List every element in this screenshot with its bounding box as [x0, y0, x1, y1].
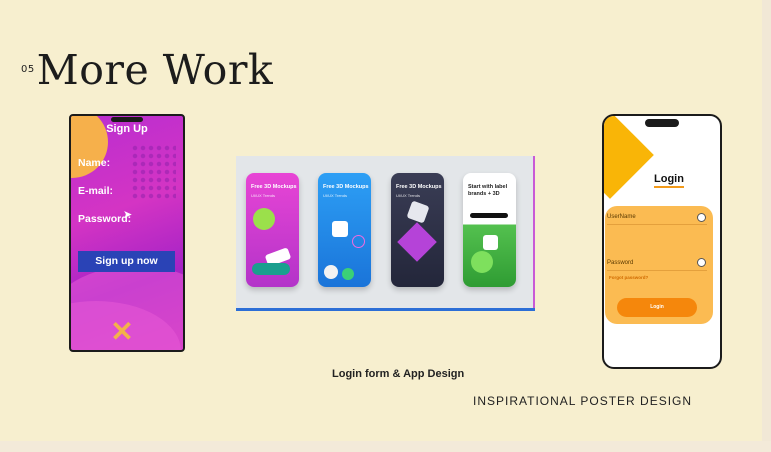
mockup-subtitle: UI/UX Trends [251, 193, 276, 198]
section-number: 05 [21, 64, 35, 75]
user-icon [697, 213, 706, 222]
cube-shape [332, 221, 348, 237]
login-title: Login [654, 173, 684, 188]
name-label: Name: [78, 157, 111, 169]
phone-notch [645, 119, 679, 127]
login-phone-mockup: Login UserName Password Forgot password?… [602, 114, 722, 369]
email-label: E-mail: [78, 185, 114, 197]
banner-edge [533, 156, 535, 308]
mockup-subtitle: UI/UX Trends [396, 193, 421, 198]
dot-pattern [131, 144, 176, 199]
cube-shape [483, 235, 498, 250]
mockup-title: Start with label brands + 3D [468, 184, 508, 197]
mockup-card-green: Start with label brands + 3D [463, 173, 516, 287]
portfolio-page: 05 More Work Sign Up Name: E-mail: Passw… [0, 0, 771, 452]
page-bottom-strip [0, 441, 771, 452]
sphere-shape [471, 251, 493, 273]
poster-caption: INSPIRATIONAL POSTER DESIGN [473, 394, 693, 408]
section-title: More Work [36, 46, 274, 94]
close-icon[interactable]: ✕ [109, 318, 135, 346]
signup-title: Sign Up [106, 123, 148, 135]
login-button[interactable]: Login [617, 298, 697, 317]
section-heading: 05 More Work [21, 46, 273, 94]
ring-shape [352, 235, 365, 248]
username-underline[interactable] [607, 224, 707, 225]
sphere-shape [253, 208, 275, 230]
username-label: UserName [607, 214, 636, 220]
login-caption: Login form & App Design [332, 368, 465, 380]
password-label: Password [607, 260, 634, 266]
mockups-banner: Free 3D Mockups UI/UX Trends Free 3D Moc… [236, 156, 535, 311]
lock-icon [697, 258, 706, 267]
mockup-card-pink: Free 3D Mockups UI/UX Trends [246, 173, 299, 287]
paper-plane-icon: ➤ [123, 209, 133, 221]
button-shape [470, 213, 508, 218]
signup-phone-mockup: Sign Up Name: E-mail: Password: ➤ Sign u… [69, 114, 185, 352]
sphere-shape [324, 265, 338, 279]
platform-shape [252, 263, 290, 275]
mockup-card-blue: Free 3D Mockups UI/UX Trends [318, 173, 371, 287]
mockup-card-dark: Free 3D Mockups UI/UX Trends [391, 173, 444, 287]
diamond-shape [397, 222, 437, 262]
mockup-title: Free 3D Mockups [396, 184, 442, 190]
sign-up-button[interactable]: Sign up now [78, 251, 175, 272]
mockup-title: Free 3D Mockups [251, 184, 297, 190]
page-edge [762, 0, 771, 452]
diamond-shape [604, 116, 654, 199]
mockup-title: Free 3D Mockups [323, 184, 369, 190]
sphere-shape [342, 268, 354, 280]
password-underline[interactable] [607, 270, 707, 271]
phone-notch [111, 117, 143, 122]
cube-shape [406, 200, 430, 224]
mockup-subtitle: UI/UX Trends [323, 193, 348, 198]
forgot-password-link[interactable]: Forgot password? [609, 275, 648, 280]
